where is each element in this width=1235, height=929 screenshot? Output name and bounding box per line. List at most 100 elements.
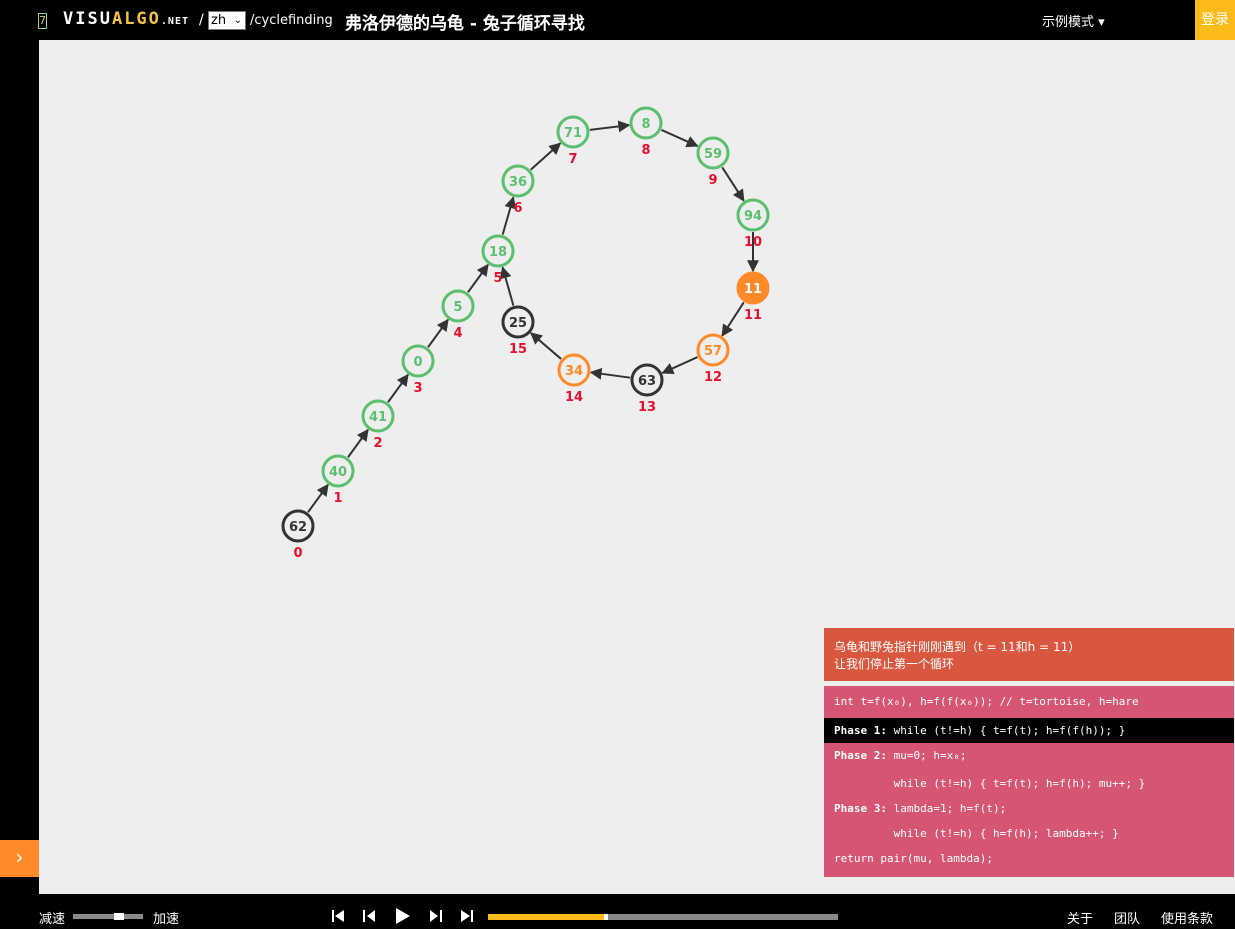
step-forward-icon[interactable] — [429, 909, 443, 923]
graph-edge — [427, 318, 449, 348]
code-line-phase: Phase 3: — [834, 802, 894, 815]
logo-part-visu: VISU — [63, 9, 112, 29]
chevron-right-icon[interactable]: › — [0, 840, 39, 877]
graph-node: 62 0 — [281, 509, 315, 561]
go-to-start-icon[interactable] — [331, 909, 345, 923]
graph-edge — [530, 142, 562, 171]
graph-edge — [347, 428, 369, 458]
status-line-1: 乌龟和野兔指针刚刚遇到（t = 11和h = 11） — [834, 640, 1081, 654]
node-index: 9 — [708, 173, 717, 188]
graph-node: 03 — [401, 344, 435, 396]
node-index: 10 — [744, 235, 762, 250]
code-line-text: while (t!=h) { h=f(h); lambda++; } — [834, 827, 1119, 840]
graph-node: 54 — [441, 289, 475, 341]
node-value: 62 — [289, 520, 307, 535]
node-index: 12 — [704, 370, 722, 385]
node-value: 94 — [744, 209, 762, 224]
visualgo-logo[interactable]: VISUALGO.NET — [63, 9, 189, 29]
team-link[interactable]: 团队 — [1114, 908, 1140, 927]
code-line-phase: Phase 2: — [834, 749, 894, 762]
code-line-text: lambda=1; h=f(t); — [893, 802, 1007, 815]
graph-node: 18 5 — [481, 234, 515, 286]
pseudocode-panel: int t=f(x₀), h=f(f(x₀)); // t=tortoise, … — [824, 686, 1234, 877]
code-line: while (t!=h) { h=f(h); lambda++; } — [824, 821, 1234, 846]
mode-dropdown[interactable]: 示例模式 ▾ — [1042, 11, 1105, 30]
graph-node: 57 12 — [696, 333, 730, 385]
progress-fill — [488, 914, 604, 920]
code-line: int t=f(x₀), h=f(f(x₀)); // t=tortoise, … — [824, 689, 1234, 714]
graph-edge — [499, 266, 515, 306]
bottom-bar: 减速 加速 关于 团队 使用条款 — [0, 894, 1235, 929]
node-value: 5 — [453, 300, 462, 315]
top-bar: 7 VISUALGO.NET / zh ⌄ /cyclefinding 弗洛伊德… — [0, 0, 1235, 40]
node-value: 8 — [641, 117, 650, 132]
code-line-text: mu=0; h=x₀; — [893, 749, 967, 762]
terms-link[interactable]: 使用条款 — [1161, 908, 1213, 927]
path-separator: / — [199, 12, 204, 28]
node-index: 5 — [493, 271, 502, 286]
node-value: 57 — [704, 344, 722, 359]
status-line-2: 让我们停止第一个循环 — [834, 657, 955, 671]
graph-edge — [307, 483, 329, 513]
node-index: 4 — [453, 326, 462, 341]
graph-edge — [589, 367, 631, 380]
graph-edge — [721, 166, 745, 202]
node-index: 7 — [568, 152, 577, 167]
login-button[interactable]: 登录 — [1195, 0, 1235, 40]
graph-node: 71 7 — [556, 115, 590, 167]
node-value: 11 — [744, 282, 762, 297]
progress-thumb[interactable] — [603, 914, 608, 920]
graph-edge — [501, 196, 517, 235]
speed-slider[interactable] — [73, 913, 143, 920]
node-index: 2 — [373, 436, 382, 451]
graph-node: 94 10 — [736, 198, 770, 250]
graph-node: 11 11 — [736, 271, 770, 323]
logo-part-net: .NET — [160, 16, 189, 27]
logo-part-algo: ALGO — [111, 9, 161, 29]
animation-progress-bar[interactable] — [488, 914, 838, 920]
node-value: 63 — [638, 374, 656, 389]
code-line-phase: Phase 1: — [834, 724, 894, 737]
code-line: Phase 1: while (t!=h) { t=f(t); h=f(f(h)… — [824, 718, 1234, 743]
code-line-text: return pair(mu, lambda); — [834, 852, 993, 865]
graph-node: 34 14 — [557, 353, 591, 405]
node-index: 3 — [413, 381, 422, 396]
page-title: 弗洛伊德的乌龟 - 兔子循环寻找 — [345, 14, 585, 34]
speed-slider-thumb[interactable] — [113, 913, 124, 920]
code-line-text: while (t!=h) { t=f(t); h=f(h); mu++; } — [834, 777, 1146, 790]
play-icon[interactable] — [395, 907, 411, 925]
graph-node: 36 6 — [501, 164, 535, 216]
graph-edge — [661, 356, 698, 374]
graph-edge — [721, 301, 745, 337]
language-select[interactable]: zh ⌄ — [208, 11, 246, 30]
node-index: 6 — [513, 201, 522, 216]
chevron-down-icon: ⌄ — [233, 15, 242, 26]
graph-edge — [661, 129, 699, 148]
node-index: 15 — [509, 342, 527, 357]
graph-node: 63 13 — [630, 363, 664, 415]
graph-node: 25 15 — [501, 305, 535, 357]
graph-edge — [467, 263, 489, 293]
code-line: Phase 3: lambda=1; h=f(t); — [824, 796, 1234, 821]
node-value: 25 — [509, 316, 527, 331]
graph-node: 41 2 — [361, 399, 395, 451]
code-line: while (t!=h) { t=f(t); h=f(h); mu++; } — [824, 771, 1234, 796]
code-line-text: int t=f(x₀), h=f(f(x₀)); // t=tortoise, … — [834, 695, 1139, 708]
node-value: 40 — [329, 465, 347, 480]
graph-edge — [387, 373, 409, 403]
graph-node: 88 — [629, 106, 663, 158]
graph-node: 40 1 — [321, 454, 355, 506]
node-value: 18 — [489, 245, 507, 260]
about-link[interactable]: 关于 — [1067, 908, 1093, 927]
speed-slower-label: 减速 — [39, 912, 66, 927]
node-value: 0 — [413, 355, 422, 370]
graph-edge — [529, 332, 562, 360]
step-backward-icon[interactable] — [362, 909, 376, 923]
status-panel: 乌龟和野兔指针刚刚遇到（t = 11和h = 11） 让我们停止第一个循环 — [824, 628, 1234, 681]
go-to-end-icon[interactable] — [460, 909, 474, 923]
node-index: 0 — [293, 546, 302, 561]
node-value: 71 — [564, 126, 582, 141]
code-line: Phase 2: mu=0; h=x₀; — [824, 743, 1234, 768]
node-value: 34 — [565, 364, 583, 379]
node-index: 1 — [333, 491, 342, 506]
